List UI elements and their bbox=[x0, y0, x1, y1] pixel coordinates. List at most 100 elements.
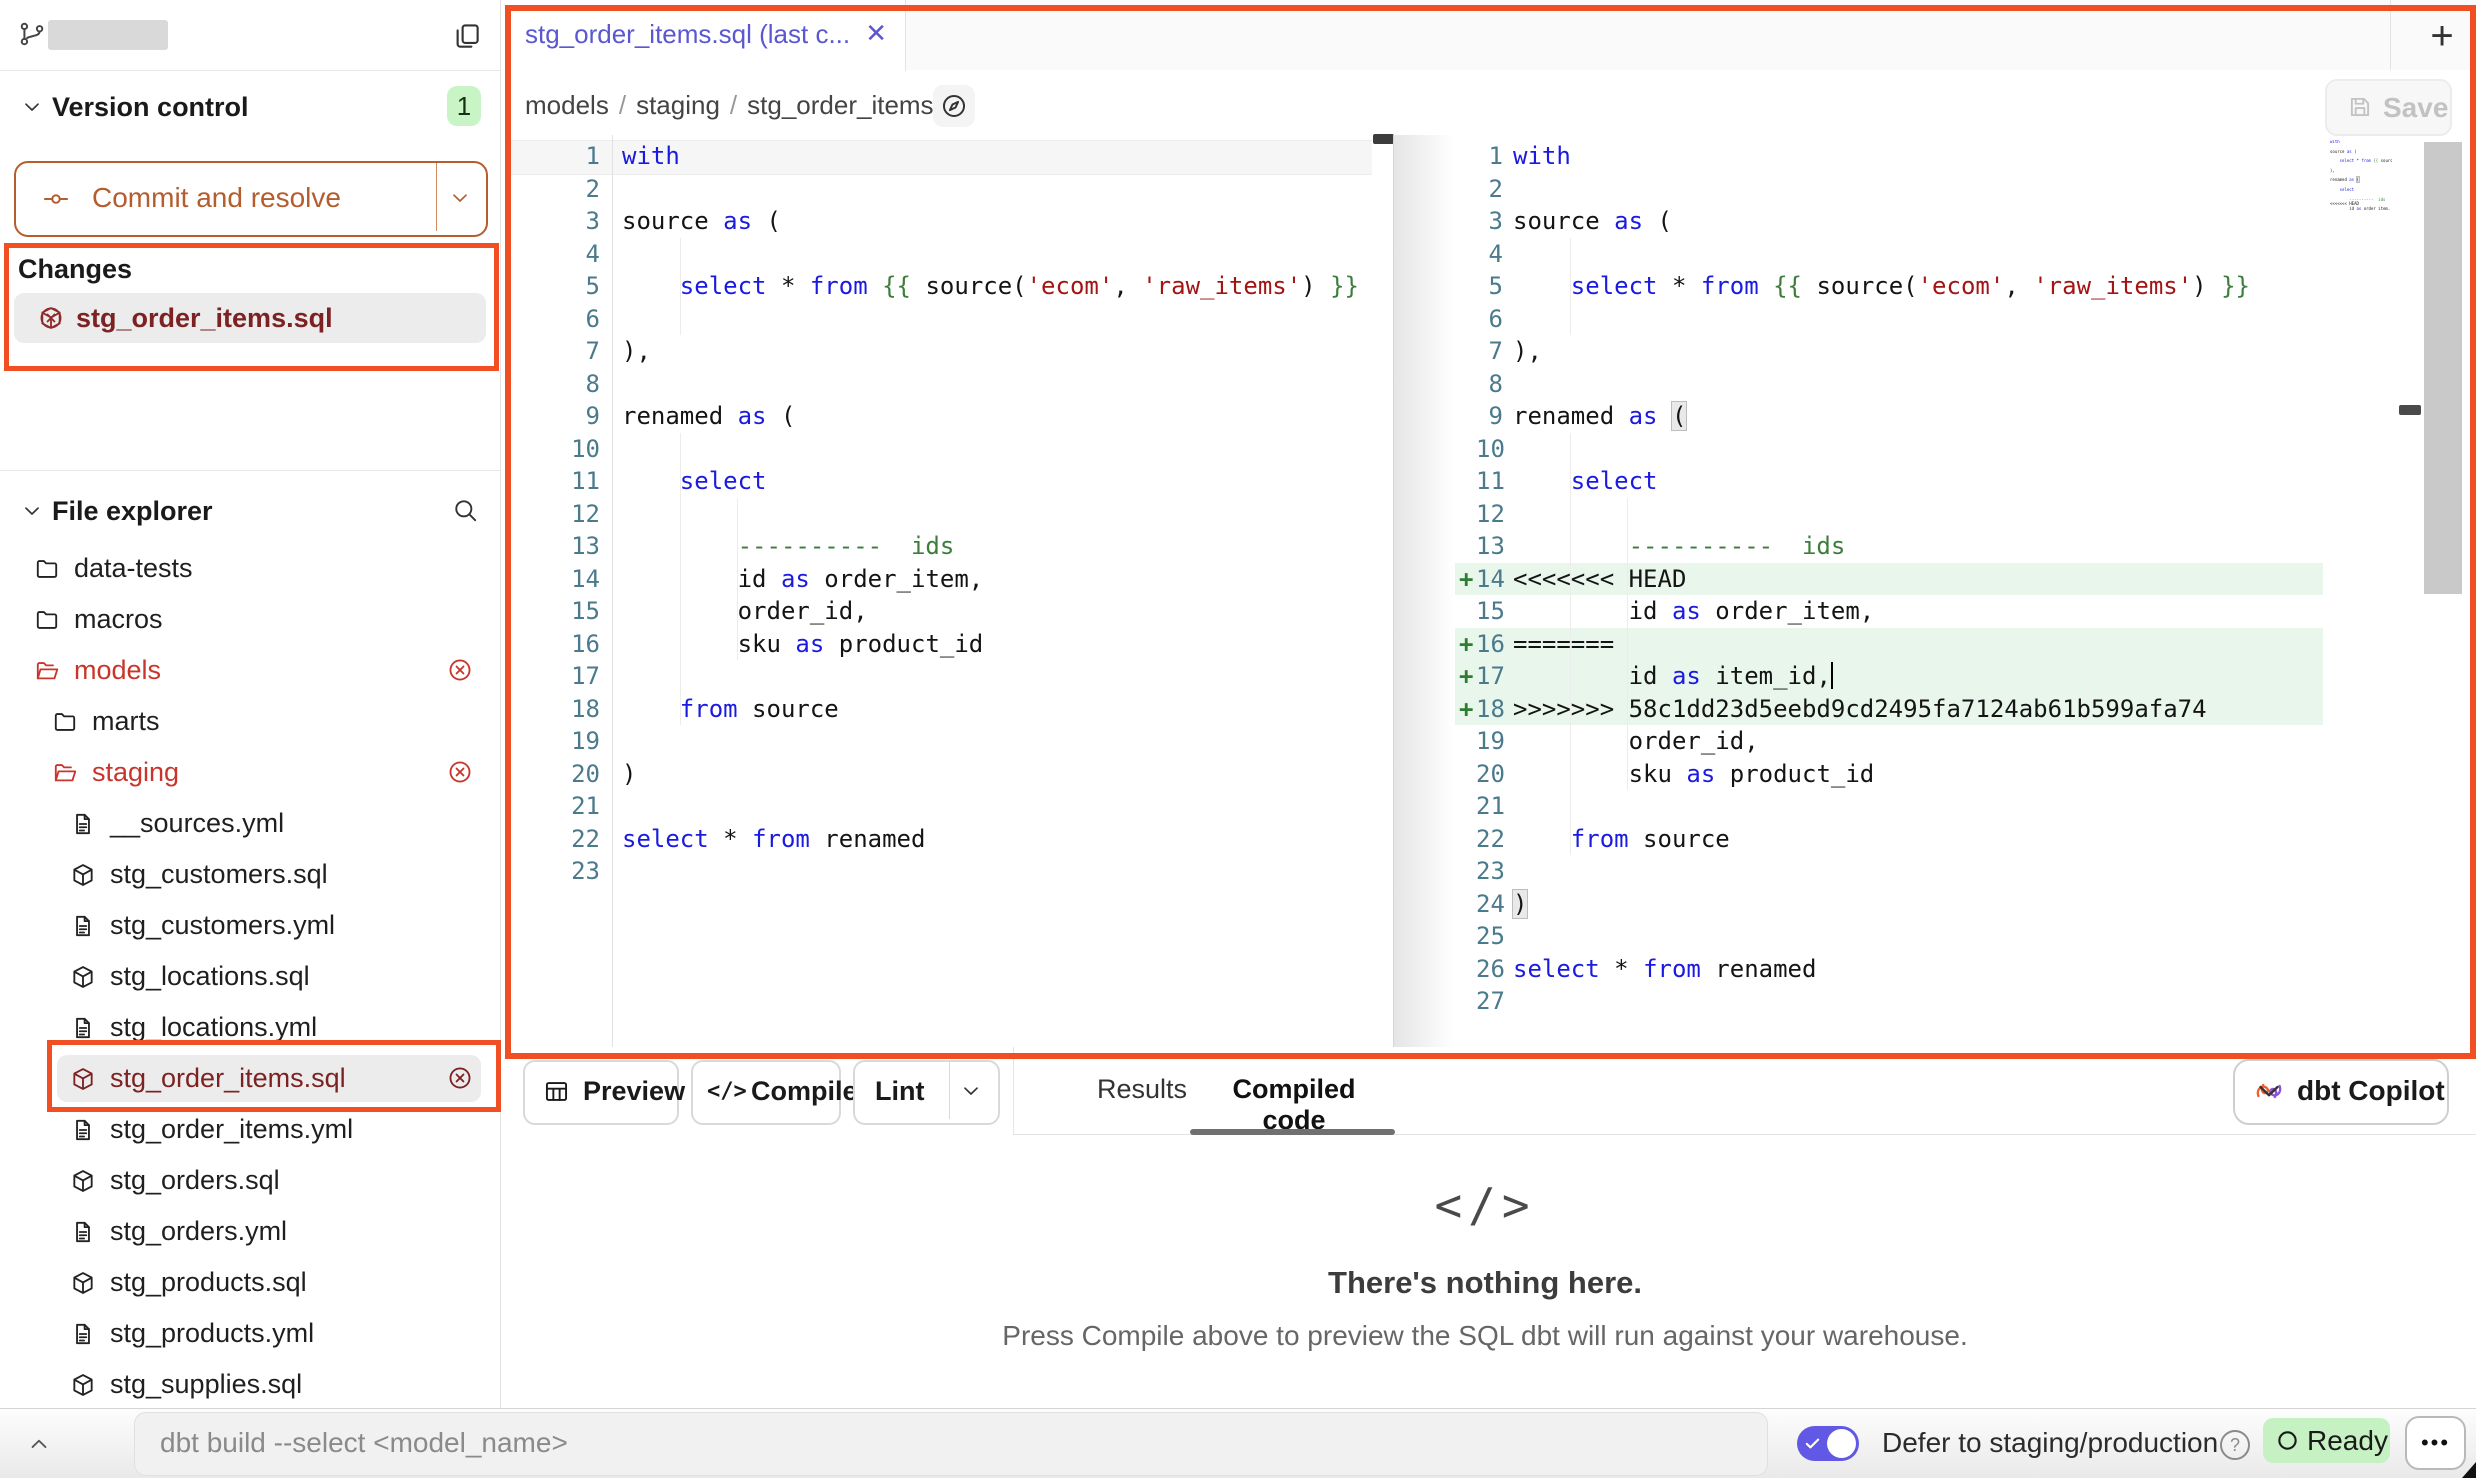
code-line[interactable]: 5 select * from {{ source('ecom', 'raw_i… bbox=[1455, 270, 2395, 303]
code-line[interactable]: 2 bbox=[505, 173, 1394, 206]
code-line[interactable]: 1with bbox=[505, 140, 1394, 173]
tab-stg-order-items[interactable]: stg_order_items.sql (last c... ✕ bbox=[501, 0, 906, 71]
tree-item-stg_supplies.sql[interactable]: stg_supplies.sql bbox=[0, 1359, 500, 1410]
outer-scrollbar-thumb[interactable] bbox=[2424, 142, 2462, 594]
code-line[interactable]: 10 bbox=[505, 433, 1394, 466]
new-tab-button[interactable]: + bbox=[2420, 14, 2464, 58]
code-line[interactable]: 2 bbox=[1455, 173, 2395, 206]
code-line[interactable]: 6 bbox=[505, 303, 1394, 336]
discard-change-icon[interactable] bbox=[447, 759, 473, 785]
tree-item-__sources.yml[interactable]: __sources.yml bbox=[0, 798, 500, 849]
more-options-button[interactable]: ••• bbox=[2405, 1416, 2466, 1470]
tree-item-stg_order_items.yml[interactable]: stg_order_items.yml bbox=[0, 1104, 500, 1155]
code-line[interactable]: 24) bbox=[1455, 888, 2395, 921]
ready-status-badge[interactable]: Ready bbox=[2263, 1418, 2390, 1463]
chevron-down-icon[interactable] bbox=[20, 95, 44, 119]
code-line[interactable]: +14<<<<<<< HEAD bbox=[1455, 563, 2395, 596]
code-line[interactable]: 25 bbox=[1455, 920, 2395, 953]
code-line[interactable]: 19 bbox=[505, 725, 1394, 758]
code-line[interactable]: 6 bbox=[1455, 303, 2395, 336]
code-line[interactable]: 19 order_id, bbox=[1455, 725, 2395, 758]
code-line[interactable]: 21 bbox=[1455, 790, 2395, 823]
tab-compiled-code[interactable]: Compiled code bbox=[1212, 1074, 1376, 1136]
tab-results[interactable]: Results bbox=[1097, 1074, 1181, 1105]
code-line[interactable]: 3source as ( bbox=[505, 205, 1394, 238]
tree-item-stg_customers.yml[interactable]: stg_customers.yml bbox=[0, 900, 500, 951]
lint-button[interactable]: Lint bbox=[853, 1060, 1000, 1125]
close-tab-icon[interactable]: ✕ bbox=[865, 18, 887, 49]
right-pane-scrollbar-thumb[interactable] bbox=[2399, 405, 2421, 415]
code-line[interactable]: 4 bbox=[505, 238, 1394, 271]
code-line[interactable]: 11 select bbox=[505, 465, 1394, 498]
code-line[interactable]: 9renamed as ( bbox=[505, 400, 1394, 433]
code-line[interactable]: 16 sku as product_id bbox=[505, 628, 1394, 661]
code-line[interactable]: 9renamed as ( bbox=[1455, 400, 2395, 433]
chevron-down-icon[interactable] bbox=[448, 186, 472, 210]
code-line[interactable]: 21 bbox=[505, 790, 1394, 823]
discard-change-icon[interactable] bbox=[447, 1065, 473, 1091]
tree-item-stg_products.yml[interactable]: stg_products.yml bbox=[0, 1308, 500, 1359]
code-line[interactable]: +16======= bbox=[1455, 628, 2395, 661]
code-line[interactable]: 26select * from renamed bbox=[1455, 953, 2395, 986]
minimap[interactable]: with source as ( select * from {{ source… bbox=[2330, 140, 2392, 210]
branch-name-redacted[interactable] bbox=[48, 20, 168, 50]
code-line[interactable]: 15 id as order_item, bbox=[1455, 595, 2395, 628]
code-line[interactable]: 13 ---------- ids bbox=[505, 530, 1394, 563]
tree-item-data-tests[interactable]: data-tests bbox=[0, 543, 500, 594]
code-line[interactable]: +17 id as item_id, bbox=[1455, 660, 2395, 693]
tree-item-stg_locations.yml[interactable]: stg_locations.yml bbox=[0, 1002, 500, 1053]
code-line[interactable]: +18>>>>>>> 58c1dd23d5eebd9cd2495fa7124ab… bbox=[1455, 693, 2395, 726]
tree-item-stg_orders.yml[interactable]: stg_orders.yml bbox=[0, 1206, 500, 1257]
compile-button[interactable]: </> Compile bbox=[691, 1060, 841, 1125]
code-editor-right-pane[interactable]: 1with23source as (45 select * from {{ so… bbox=[1455, 135, 2395, 1052]
tree-item-stg_order_items.sql[interactable]: stg_order_items.sql bbox=[0, 1053, 500, 1104]
code-line[interactable]: 13 ---------- ids bbox=[1455, 530, 2395, 563]
code-line[interactable]: 5 select * from {{ source('ecom', 'raw_i… bbox=[505, 270, 1394, 303]
tree-item-stg_products.sql[interactable]: stg_products.sql bbox=[0, 1257, 500, 1308]
commit-and-resolve-button[interactable]: Commit and resolve bbox=[14, 161, 488, 237]
tree-item-stg_customers.sql[interactable]: stg_customers.sql bbox=[0, 849, 500, 900]
discard-change-icon[interactable] bbox=[447, 657, 473, 683]
defer-toggle[interactable] bbox=[1797, 1426, 1859, 1461]
code-line[interactable]: 22 from source bbox=[1455, 823, 2395, 856]
code-editor-left-pane[interactable]: 1with23source as (45 select * from {{ so… bbox=[505, 135, 1394, 1052]
code-line[interactable]: 20 sku as product_id bbox=[1455, 758, 2395, 791]
chevron-up-icon[interactable] bbox=[26, 1431, 52, 1457]
chevron-down-icon[interactable] bbox=[20, 499, 44, 523]
code-line[interactable]: 22select * from renamed bbox=[505, 823, 1394, 856]
chevron-down-icon[interactable] bbox=[959, 1079, 983, 1103]
code-line[interactable]: 18 from source bbox=[505, 693, 1394, 726]
dbt-copilot-button[interactable]: dbt Copilot bbox=[2233, 1059, 2449, 1125]
help-icon[interactable]: ? bbox=[2220, 1430, 2250, 1460]
copy-files-icon[interactable] bbox=[452, 21, 482, 51]
code-line[interactable]: 14 id as order_item, bbox=[505, 563, 1394, 596]
tree-item-staging[interactable]: staging bbox=[0, 747, 500, 798]
code-line[interactable]: 8 bbox=[1455, 368, 2395, 401]
search-icon[interactable] bbox=[452, 497, 479, 524]
tree-item-stg_locations.sql[interactable]: stg_locations.sql bbox=[0, 951, 500, 1002]
code-line[interactable]: 27 bbox=[1455, 985, 2395, 1018]
save-button[interactable]: Save bbox=[2325, 79, 2452, 136]
code-line[interactable]: 23 bbox=[1455, 855, 2395, 888]
code-line[interactable]: 4 bbox=[1455, 238, 2395, 271]
code-line[interactable]: 11 select bbox=[1455, 465, 2395, 498]
code-line[interactable]: 8 bbox=[505, 368, 1394, 401]
tree-item-models[interactable]: models bbox=[0, 645, 500, 696]
code-line[interactable]: 7), bbox=[1455, 335, 2395, 368]
discard-change-icon[interactable] bbox=[38, 305, 64, 331]
code-line[interactable]: 10 bbox=[1455, 433, 2395, 466]
preview-button[interactable]: Preview bbox=[523, 1060, 679, 1125]
left-pane-scrollbar-thumb[interactable] bbox=[1373, 134, 1394, 144]
code-line[interactable]: 7), bbox=[505, 335, 1394, 368]
code-line[interactable]: 23 bbox=[505, 855, 1394, 888]
code-line[interactable]: 20) bbox=[505, 758, 1394, 791]
code-line[interactable]: 1with bbox=[1455, 140, 2395, 173]
code-line[interactable]: 12 bbox=[1455, 498, 2395, 531]
code-line[interactable]: 3source as ( bbox=[1455, 205, 2395, 238]
code-line[interactable]: 12 bbox=[505, 498, 1394, 531]
tree-item-macros[interactable]: macros bbox=[0, 594, 500, 645]
tree-item-marts[interactable]: marts bbox=[0, 696, 500, 747]
lineage-compass-icon[interactable] bbox=[933, 85, 975, 127]
tree-item-stg_orders.sql[interactable]: stg_orders.sql bbox=[0, 1155, 500, 1206]
code-line[interactable]: 15 order_id, bbox=[505, 595, 1394, 628]
